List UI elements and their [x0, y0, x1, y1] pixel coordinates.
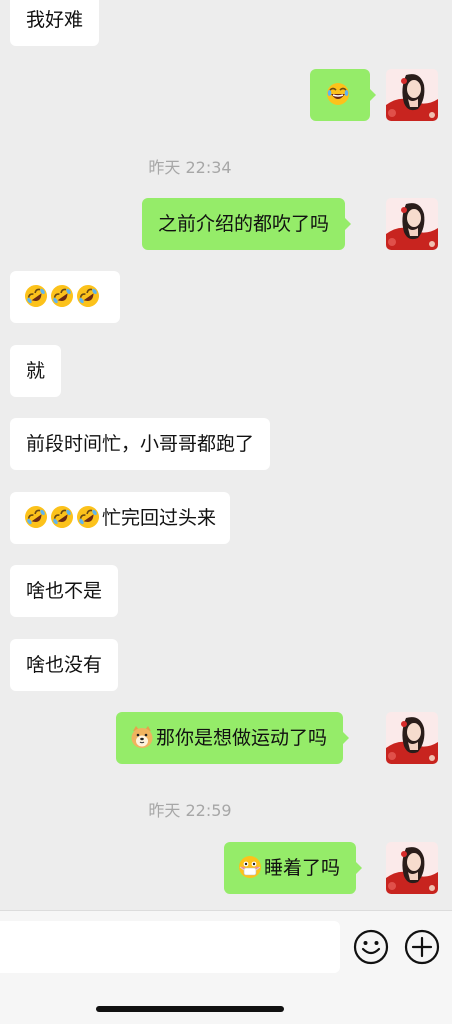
- message-text: 啥也没有: [26, 654, 103, 676]
- crying-laughing-emoji: [76, 505, 100, 529]
- doge-emoji: [130, 725, 154, 749]
- message-bubble-incoming[interactable]: [10, 271, 120, 323]
- message-bubble-outgoing[interactable]: 那你是想做运动了吗: [116, 712, 350, 764]
- message-text: 睡着了吗: [264, 857, 341, 879]
- message-text: 就: [26, 360, 46, 382]
- message-bubble-incoming[interactable]: 就: [10, 345, 62, 397]
- timestamp: 昨天 22:59: [148, 801, 232, 820]
- message-text: 我好难: [26, 9, 84, 31]
- message-text: 忙完回过头来: [102, 507, 217, 529]
- message-bubble-incoming[interactable]: 忙完回过头来: [10, 492, 231, 544]
- crying-laughing-emoji: [24, 505, 48, 529]
- avatar[interactable]: [386, 69, 438, 121]
- avatar[interactable]: [386, 712, 438, 764]
- message-text: 啥也不是: [26, 580, 103, 602]
- avatar[interactable]: [386, 198, 438, 250]
- message-text: 之前介绍的都吹了吗: [158, 213, 330, 235]
- timestamp: 昨天 22:34: [148, 158, 232, 177]
- crying-laughing-emoji: [24, 284, 48, 308]
- message-bubble-outgoing[interactable]: 睡着了吗: [224, 842, 363, 894]
- message-bubble-outgoing[interactable]: 之前介绍的都吹了吗: [142, 198, 352, 250]
- crying-laughing-emoji: [50, 505, 74, 529]
- message-bubble-incoming[interactable]: 啥也不是: [10, 565, 119, 617]
- message-bubble-outgoing[interactable]: [310, 69, 376, 121]
- message-text: 那你是想做运动了吗: [156, 727, 328, 749]
- message-text: 前段时间忙，小哥哥都跑了: [26, 433, 255, 455]
- smiley-icon[interactable]: [353, 929, 389, 965]
- message-bubble-incoming[interactable]: 我好难: [10, 0, 100, 46]
- crying-laughing-emoji: [50, 284, 74, 308]
- message-bubble-incoming[interactable]: 前段时间忙，小哥哥都跑了: [10, 418, 271, 470]
- chat-area[interactable]: 我好难 昨天 22:34 之前介绍的都吹了吗 就 前段时间忙，小哥哥都跑了 忙完…: [0, 0, 452, 910]
- avatar[interactable]: [386, 842, 438, 894]
- plus-circle-icon[interactable]: [404, 929, 440, 965]
- flushed-mask-emoji: [238, 855, 262, 879]
- message-input[interactable]: [0, 921, 340, 973]
- message-bubble-incoming[interactable]: 啥也没有: [10, 639, 119, 691]
- tears-of-joy-emoji: [326, 82, 350, 106]
- home-indicator: [96, 1006, 284, 1012]
- crying-laughing-emoji: [76, 284, 100, 308]
